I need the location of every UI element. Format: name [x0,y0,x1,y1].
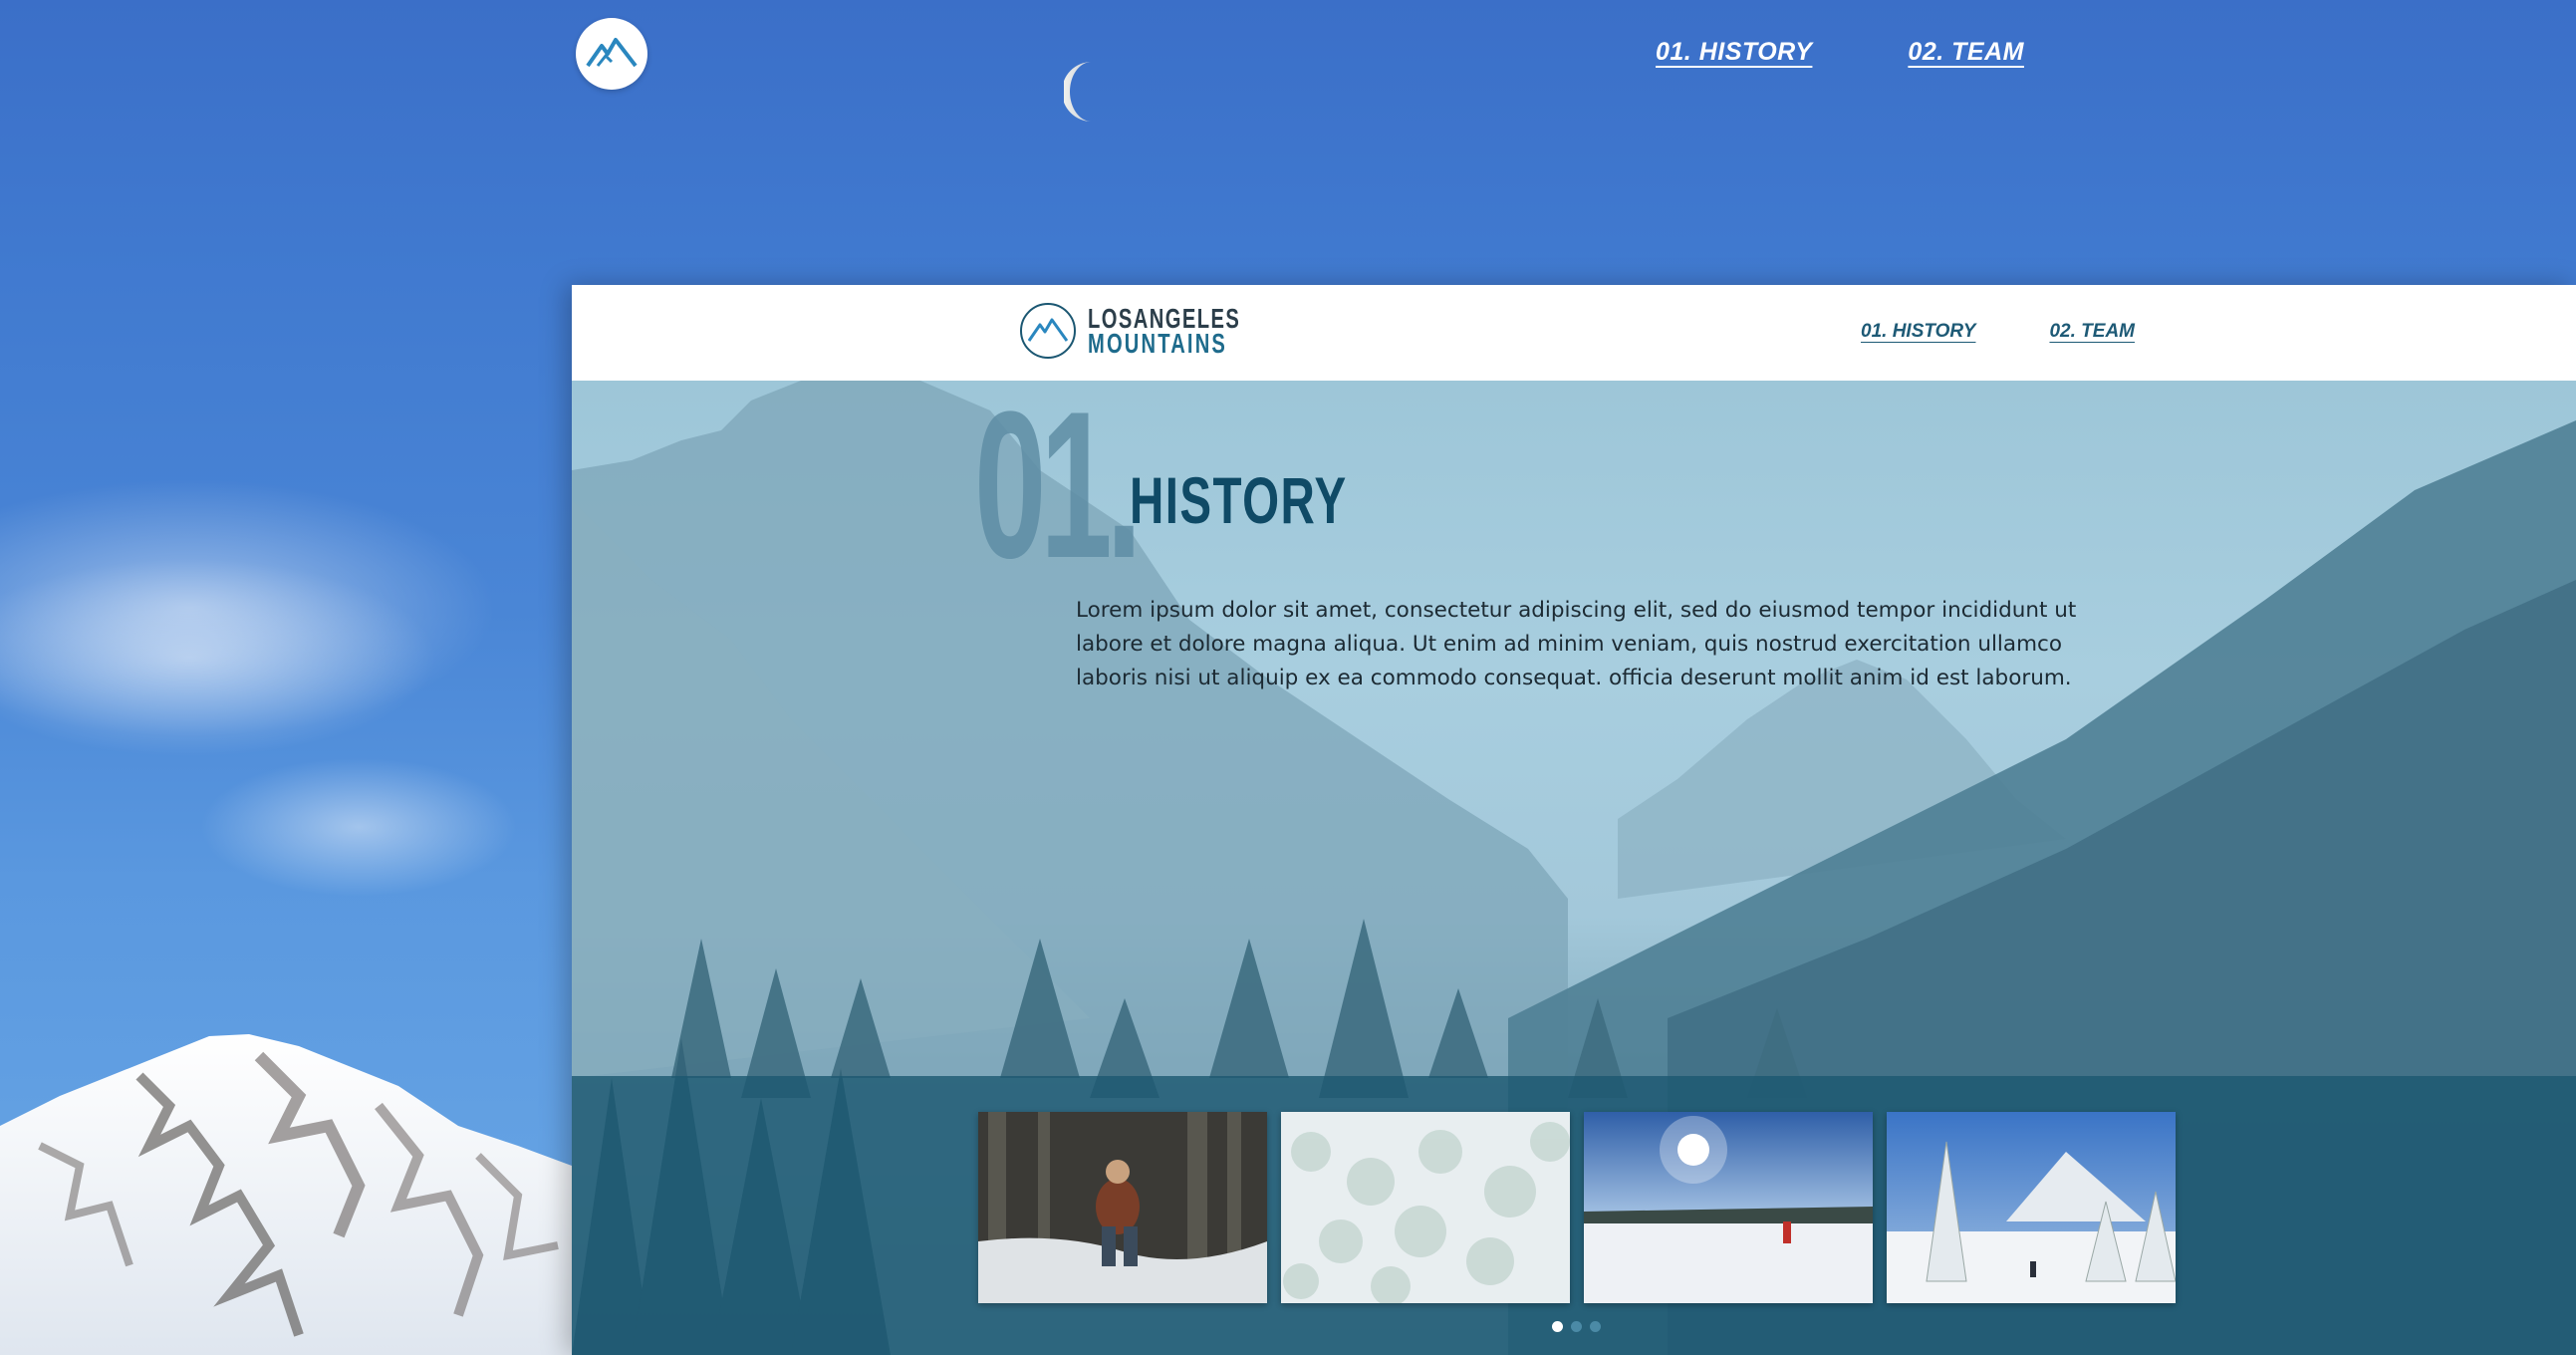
moon-icon [1064,62,1092,122]
carousel-dot-3[interactable] [1590,1321,1601,1332]
thumbnail-image [978,1112,1267,1303]
carousel-dot-2[interactable] [1571,1321,1582,1332]
website-preview: LOSANGELES MOUNTAINS 01. HISTORY 02. TEA… [572,285,2576,1355]
mountain-icon [1028,318,1068,342]
brand-logo[interactable]: LOSANGELES MOUNTAINS [1020,303,1300,359]
brand-circle [1020,303,1076,359]
snowy-mountain-image [0,1034,598,1355]
site-nav-history[interactable]: 01. HISTORY [1861,321,1975,343]
top-navigation: 01. HISTORY 02. TEAM [1656,38,2024,67]
thumbnail-sun-snowfield[interactable] [1584,1112,1873,1303]
site-nav-team[interactable]: 02. TEAM [2049,321,2135,343]
thumbnail-snowy-peak[interactable] [1887,1112,2176,1303]
section-number: 01. [974,381,1143,602]
section-body: Lorem ipsum dolor sit amet, consectetur … [1076,597,2077,690]
nav-link-team[interactable]: 02. TEAM [1908,38,2024,67]
cloud [199,757,518,897]
thumbnail-frosted-trees[interactable] [1281,1112,1570,1303]
site-logo[interactable] [576,18,647,90]
thumbnail-hiker-forest[interactable] [978,1112,1267,1303]
section-title: HISTORY [1130,463,1348,537]
nav-link-history[interactable]: 01. HISTORY [1656,38,1812,67]
brand-line-2: MOUNTAINS [1088,328,1228,359]
site-header: LOSANGELES MOUNTAINS 01. HISTORY 02. TEA… [572,285,2576,381]
carousel-dot-1[interactable] [1552,1321,1563,1332]
thumbnail-image [1281,1112,1570,1303]
carousel-dots [1552,1321,1601,1332]
image-gallery [978,1112,2176,1303]
mountain-icon [586,38,638,68]
thumbnail-image [1584,1112,1873,1303]
thumbnail-image [1887,1112,2176,1303]
site-navigation: 01. HISTORY 02. TEAM [1861,321,2135,343]
